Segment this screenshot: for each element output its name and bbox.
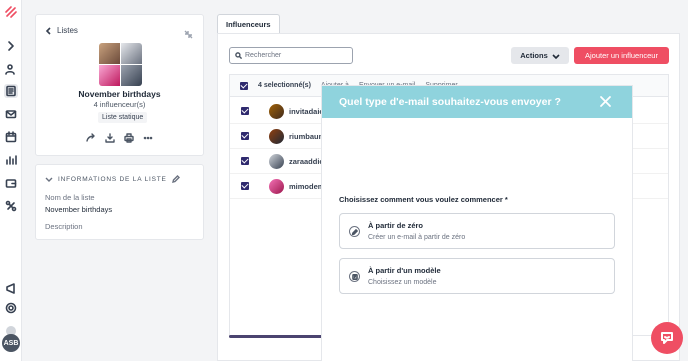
selected-count: 4 selectionné(s) xyxy=(258,82,311,89)
list-title: November birthdays xyxy=(78,89,161,99)
option-from-template[interactable]: À partir d'un modèle Choisissez un modèl… xyxy=(339,258,615,294)
avatar xyxy=(269,178,284,194)
add-influencer-button[interactable]: Ajouter un influenceur xyxy=(574,47,669,64)
list-cover-mosaic xyxy=(99,43,142,86)
tools-icon[interactable] xyxy=(4,199,18,213)
list-info-card: INFORMATIONS DE LA LISTE Nom de la liste… xyxy=(35,164,204,240)
settings-gear-icon[interactable] xyxy=(4,301,18,315)
pencil-icon xyxy=(349,226,360,237)
list-info-header[interactable]: INFORMATIONS DE LA LISTE xyxy=(45,175,180,183)
close-icon[interactable] xyxy=(599,95,612,108)
influencer-name[interactable]: zaraaddic xyxy=(289,157,324,166)
actions-label: Actions xyxy=(520,51,548,60)
row-checkbox[interactable] xyxy=(241,182,249,190)
megaphone-icon[interactable] xyxy=(4,281,18,295)
list-summary-card: Listes November birthdays 4 influenceur(… xyxy=(35,14,204,156)
list-info-heading: INFORMATIONS DE LA LISTE xyxy=(58,175,167,183)
chat-bubble-icon xyxy=(661,332,673,344)
cover-photo xyxy=(121,43,142,64)
chevron-down-icon xyxy=(552,53,560,59)
option-from-scratch[interactable]: À partir de zéro Créer un e-mail à parti… xyxy=(339,213,615,249)
horizontal-scrollbar[interactable] xyxy=(229,335,323,338)
mail-icon[interactable] xyxy=(4,107,18,121)
chevron-left-icon xyxy=(45,26,51,35)
select-all-checkbox[interactable] xyxy=(240,81,248,90)
influencers-icon[interactable] xyxy=(4,62,18,76)
modal-title: Quel type d'e-mail souhaitez-vous envoye… xyxy=(339,96,561,108)
cover-photo xyxy=(99,43,120,64)
search-placeholder: Rechercher xyxy=(245,52,282,59)
influencer-name[interactable]: mimodem xyxy=(289,182,324,191)
description-label: Description xyxy=(45,222,83,231)
user-avatar[interactable]: ASB xyxy=(2,334,20,352)
list-name-label: Nom de la liste xyxy=(45,193,95,202)
print-icon[interactable] xyxy=(123,132,134,143)
modal-header: Quel type d'e-mail souhaitez-vous envoye… xyxy=(322,86,632,118)
list-name-value: November birthdays xyxy=(45,205,113,214)
avatar xyxy=(269,153,284,169)
influencer-count: 4 influenceur(s) xyxy=(93,100,146,109)
left-rail: ASB xyxy=(0,0,22,361)
influencer-name[interactable]: riumbaum xyxy=(289,132,325,141)
edit-pencil-icon[interactable] xyxy=(171,175,180,183)
option-description: Choisissez un modèle xyxy=(368,279,437,286)
back-to-lists-link[interactable]: Listes xyxy=(45,26,78,35)
tab-influencers[interactable]: Influenceurs xyxy=(217,14,280,34)
option-description: Créer un e-mail à partir de zéro xyxy=(368,234,466,241)
back-label: Listes xyxy=(57,26,78,35)
list-type-badge: Liste statique xyxy=(98,112,148,123)
actions-dropdown-button[interactable]: Actions xyxy=(511,47,569,64)
influencer-name[interactable]: invitadaic xyxy=(289,107,324,116)
template-icon xyxy=(349,271,360,282)
logo-icon[interactable] xyxy=(4,5,18,19)
row-checkbox[interactable] xyxy=(241,132,249,140)
row-checkbox[interactable] xyxy=(241,107,249,115)
row-checkbox[interactable] xyxy=(241,157,249,165)
analytics-icon[interactable] xyxy=(4,153,18,167)
share-icon[interactable] xyxy=(85,132,96,143)
cover-photo xyxy=(99,65,120,86)
download-icon[interactable] xyxy=(104,132,115,143)
help-chat-button[interactable] xyxy=(651,322,683,354)
calendar-icon[interactable] xyxy=(4,130,18,144)
collapse-panel-icon[interactable] xyxy=(184,26,193,39)
chevron-down-icon xyxy=(45,177,53,182)
avatar xyxy=(269,128,284,144)
search-icon xyxy=(235,52,242,59)
expand-chevron-icon[interactable] xyxy=(4,39,18,53)
list-actions xyxy=(85,132,153,143)
option-title: À partir d'un modèle xyxy=(368,266,441,275)
avatar xyxy=(269,103,284,119)
more-options-icon[interactable] xyxy=(142,132,153,143)
cover-photo xyxy=(121,65,142,86)
wallet-icon[interactable] xyxy=(4,176,18,190)
modal-prompt: Choisissez comment vous voulez commencer… xyxy=(339,195,508,204)
email-type-modal: Quel type d'e-mail souhaitez-vous envoye… xyxy=(322,86,632,361)
lists-icon[interactable] xyxy=(4,84,18,98)
option-title: À partir de zéro xyxy=(368,221,424,230)
search-input[interactable]: Rechercher xyxy=(229,47,353,64)
